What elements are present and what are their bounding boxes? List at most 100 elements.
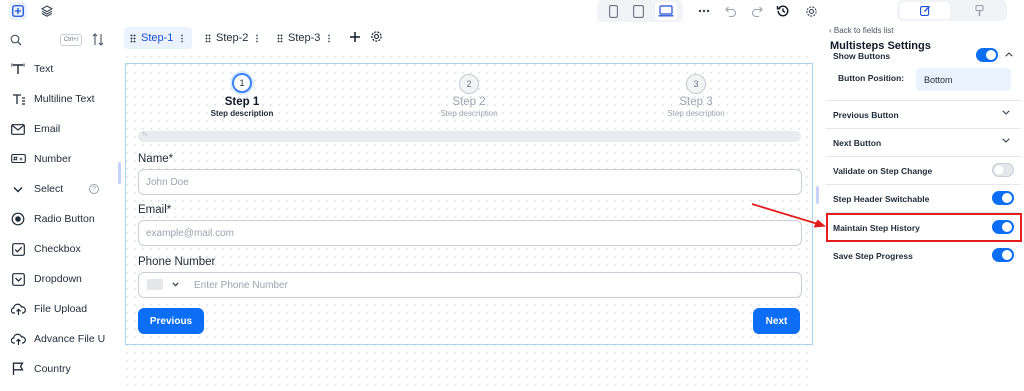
- step-1-title: Step 1: [224, 96, 260, 108]
- top-toolbar: [0, 0, 1024, 22]
- tab-step-2[interactable]: Step-2: [199, 27, 267, 49]
- brush-icon[interactable]: [954, 2, 1004, 19]
- undo-icon[interactable]: [722, 2, 740, 20]
- field-item-email[interactable]: Email: [0, 118, 118, 140]
- back-to-fields-link[interactable]: ‹ Back to fields list: [829, 26, 893, 35]
- field-item-number[interactable]: Number: [0, 148, 118, 170]
- header-switchable-row: Step Header Switchable: [826, 185, 1020, 213]
- previous-button-row[interactable]: Previous Button: [826, 101, 1020, 129]
- name-label: Name*: [138, 153, 174, 165]
- flag-icon: [10, 361, 26, 377]
- step-3-title: Step 3: [679, 96, 713, 108]
- field-item-select[interactable]: Select?: [0, 178, 118, 200]
- email-icon: [10, 121, 26, 137]
- field-item-text[interactable]: Text: [0, 58, 118, 80]
- phone-placeholder: Enter Phone Number: [194, 279, 288, 291]
- tablet-icon[interactable]: [627, 2, 649, 20]
- header-switchable-label: Step Header Switchable: [833, 194, 930, 204]
- chevron-down-icon: [10, 181, 26, 197]
- kebab-menu-icon[interactable]: [328, 33, 331, 43]
- drag-handle-icon[interactable]: [277, 33, 283, 43]
- next-button-row[interactable]: Next Button: [826, 129, 1020, 157]
- email-input[interactable]: example@mail.com: [138, 220, 802, 246]
- field-item-radio-button[interactable]: Radio Button: [0, 208, 118, 230]
- left-panel-resize-handle[interactable]: [118, 162, 121, 184]
- add-square-icon[interactable]: [9, 2, 27, 20]
- field-item-dropdown[interactable]: Dropdown: [0, 268, 118, 290]
- search-shortcut-badge: Ctrl+/: [60, 34, 82, 46]
- save-progress-row: Save Step Progress: [826, 242, 1020, 270]
- tab-step-3-label: Step-3: [288, 32, 321, 44]
- settings-icon[interactable]: [802, 2, 820, 20]
- field-item-label: Number: [34, 153, 72, 165]
- redo-icon[interactable]: [748, 2, 766, 20]
- device-switcher: [597, 0, 683, 22]
- step-settings-icon[interactable]: [370, 30, 383, 43]
- field-item-label: Country: [34, 363, 71, 375]
- edit-icon[interactable]: [900, 2, 950, 19]
- chevron-up-icon[interactable]: [1005, 52, 1013, 57]
- number-icon: [10, 151, 26, 167]
- field-item-label: Select: [34, 183, 64, 195]
- step-2-title: Step 2: [452, 96, 486, 108]
- field-item-advance-file-u[interactable]: Advance File U: [0, 328, 118, 350]
- next-button-setting-label: Next Button: [833, 138, 882, 148]
- step-1-description: Step description: [210, 109, 274, 118]
- step-2-indicator[interactable]: 2: [459, 74, 479, 94]
- text-icon: [10, 61, 26, 77]
- step-2-description: Step description: [440, 109, 498, 118]
- previous-button[interactable]: Previous: [138, 308, 204, 334]
- show-buttons-toggle[interactable]: [976, 48, 998, 62]
- save-progress-toggle[interactable]: [992, 248, 1014, 262]
- add-step-icon[interactable]: [349, 31, 361, 43]
- field-item-label: Dropdown: [34, 273, 82, 285]
- show-buttons-row: Show Buttons: [826, 44, 1020, 62]
- field-item-multiline-text[interactable]: Multiline Text: [0, 88, 118, 110]
- dropdown-icon: [10, 271, 26, 287]
- email-label: Email*: [138, 204, 172, 216]
- tab-step-1[interactable]: Step-1: [124, 27, 192, 49]
- phone-input[interactable]: Enter Phone Number: [138, 272, 802, 298]
- next-button[interactable]: Next: [753, 308, 800, 334]
- validate-row: Validate on Step Change: [826, 157, 1020, 185]
- layers-icon[interactable]: [38, 2, 56, 20]
- previous-button-setting-label: Previous Button: [833, 110, 899, 120]
- desktop-icon[interactable]: [655, 2, 677, 20]
- country-flag-icon[interactable]: [147, 279, 163, 290]
- more-icon[interactable]: [695, 2, 713, 20]
- drag-handle-icon[interactable]: [205, 33, 211, 43]
- step-1-indicator[interactable]: 1: [232, 73, 252, 93]
- kebab-menu-icon[interactable]: [256, 33, 259, 43]
- mobile-icon[interactable]: [602, 2, 624, 20]
- tab-step-1-label: Step-1: [141, 32, 174, 44]
- annotation-arrow-icon: [751, 203, 826, 228]
- kebab-menu-icon[interactable]: [181, 33, 184, 43]
- drag-handle-icon[interactable]: [130, 33, 136, 43]
- field-item-checkbox[interactable]: Checkbox: [0, 238, 118, 260]
- help-icon[interactable]: ?: [89, 184, 99, 194]
- field-item-country[interactable]: Country: [0, 358, 118, 380]
- phone-label: Phone Number: [138, 256, 216, 268]
- field-item-label: File Upload: [34, 303, 88, 315]
- tab-step-2-label: Step-2: [216, 32, 249, 44]
- upload-icon: [10, 331, 26, 347]
- name-input[interactable]: John Doe: [138, 169, 802, 195]
- chevron-down-icon[interactable]: [1002, 110, 1010, 115]
- button-position-value: Bottom: [924, 74, 953, 85]
- header-switchable-toggle[interactable]: [992, 191, 1014, 205]
- chevron-down-icon[interactable]: [172, 282, 179, 287]
- history-icon[interactable]: [774, 2, 792, 20]
- tab-step-3[interactable]: Step-3: [271, 27, 335, 49]
- validate-toggle[interactable]: [992, 163, 1014, 177]
- field-item-label: Advance File U: [34, 333, 106, 345]
- upload-icon: [10, 301, 26, 317]
- step-3-indicator[interactable]: 3: [686, 74, 706, 94]
- chevron-down-icon[interactable]: [1002, 138, 1010, 143]
- button-position-select[interactable]: Bottom: [916, 68, 1011, 91]
- field-item-label: Text: [34, 63, 54, 75]
- progress-label: %: [142, 132, 148, 138]
- field-item-label: Checkbox: [34, 243, 81, 255]
- step-3-description: Step description: [667, 109, 725, 118]
- field-item-file-upload[interactable]: File Upload: [0, 298, 118, 320]
- sort-icon[interactable]: [92, 33, 104, 46]
